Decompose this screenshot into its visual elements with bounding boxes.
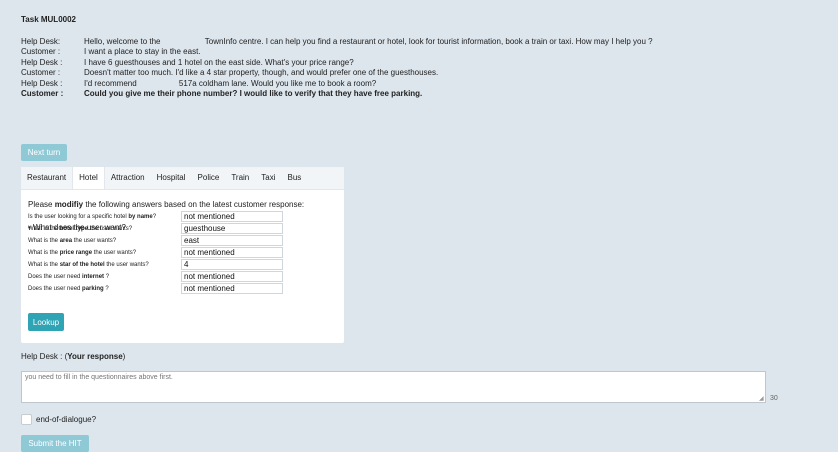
domain-panel: Restaurant Hotel Attraction Hospital Police T…	[21, 167, 344, 343]
question-row: Does the user need internet ? not mention…	[28, 271, 283, 282]
domain-tabs: Restaurant Hotel Attraction Hospital Police T…	[21, 167, 344, 190]
instruction-text: Please modifiy the following answers bas…	[28, 200, 305, 209]
answer-field[interactable]: not mentioned	[181, 247, 283, 258]
dialog-turn: Customer : Could you give me their phone …	[21, 89, 653, 99]
answer-field[interactable]: not mentioned	[181, 271, 283, 282]
lookup-button[interactable]: Lookup	[28, 313, 64, 331]
answer-field[interactable]: 4	[181, 259, 283, 270]
dialog-turn: Customer : Doesn't matter too much. I'd l…	[21, 68, 653, 78]
response-label: Help Desk : (Your response)	[21, 352, 126, 361]
answer-field[interactable]: east	[181, 235, 283, 246]
dialog-speaker: Help Desk :	[21, 57, 63, 67]
tab-bus[interactable]: Bus	[282, 167, 308, 189]
dialog-text: I have 6 guesthouses and 1 hotel on the …	[84, 57, 354, 67]
question-row: What is the hotel type the user wants? gu…	[28, 223, 283, 234]
tab-police[interactable]: Police	[192, 167, 226, 189]
dialog-turn: Help Desk : I have 6 guesthouses and 1 ho…	[21, 58, 653, 68]
tab-train[interactable]: Train	[225, 167, 255, 189]
dialog-text: Hello, welcome to the TownInfo centre. I…	[84, 37, 653, 46]
tab-hospital[interactable]: Hospital	[151, 167, 192, 189]
question-row: Does the user need parking ? not mentione…	[28, 283, 283, 294]
submit-button[interactable]: Submit the HIT	[21, 435, 89, 452]
question-label: Does the user need parking ?	[28, 285, 109, 292]
dialog-text: I want a place to stay in the east.	[84, 47, 201, 57]
dialog-turn: Help Desk : I'd recommend 517a coldham la…	[21, 79, 653, 89]
question-row: What is the price range the user wants? n…	[28, 247, 283, 258]
question-label: What is the area the user wants?	[28, 237, 117, 244]
answer-field[interactable]: not mentioned	[181, 283, 283, 294]
question-row: Is the user looking for a specific hotel…	[28, 211, 283, 222]
dialog-text: I'd recommend 517a coldham lane. Would y…	[84, 78, 377, 88]
response-textarea[interactable]	[21, 371, 766, 403]
question-label: What is the price range the user wants?	[28, 249, 137, 256]
question-label: What is the star of the hotel the user w…	[28, 261, 149, 268]
dialog-text: Doesn't matter too much. I'd like a 4 st…	[84, 68, 439, 78]
question-label: What is the hotel type the user wants?	[28, 225, 133, 232]
char-count: 30	[770, 395, 778, 402]
dialog-turn: Customer : I want a place to stay in the …	[21, 47, 653, 57]
next-turn-button[interactable]: Next turn	[21, 144, 67, 161]
dialog-turn: Help Desk: Hello, welcome to the TownInfo…	[21, 37, 653, 47]
dialog-text: Could you give me their phone number? I …	[84, 89, 423, 99]
dialog-transcript: Help Desk: Hello, welcome to the TownInfo…	[21, 37, 653, 99]
dialog-speaker: Help Desk:	[21, 37, 61, 46]
end-of-dialogue-checkbox[interactable]	[21, 414, 32, 425]
end-of-dialogue-label: end-of-dialogue?	[36, 415, 97, 424]
tab-attraction[interactable]: Attraction	[105, 167, 151, 189]
tab-hotel[interactable]: Hotel	[72, 167, 105, 189]
dialog-speaker: Help Desk :	[21, 78, 63, 88]
answer-field[interactable]: not mentioned	[181, 211, 283, 222]
tab-restaurant[interactable]: Restaurant	[21, 167, 72, 189]
dialog-speaker: Customer :	[21, 47, 61, 57]
answer-field[interactable]: guesthouse	[181, 223, 283, 234]
question-label: Does the user need internet ?	[28, 273, 110, 280]
dialog-speaker: Customer :	[21, 68, 61, 78]
question-row: What is the star of the hotel the user w…	[28, 259, 283, 270]
tab-taxi[interactable]: Taxi	[255, 167, 281, 189]
task-title: Task MUL0002	[21, 15, 76, 24]
question-label: Is the user looking for a specific hotel…	[28, 213, 157, 220]
resize-grip-icon[interactable]: ◢	[759, 396, 765, 402]
dialog-speaker: Customer :	[21, 89, 64, 99]
question-row: What is the area the user wants? east	[28, 235, 283, 246]
